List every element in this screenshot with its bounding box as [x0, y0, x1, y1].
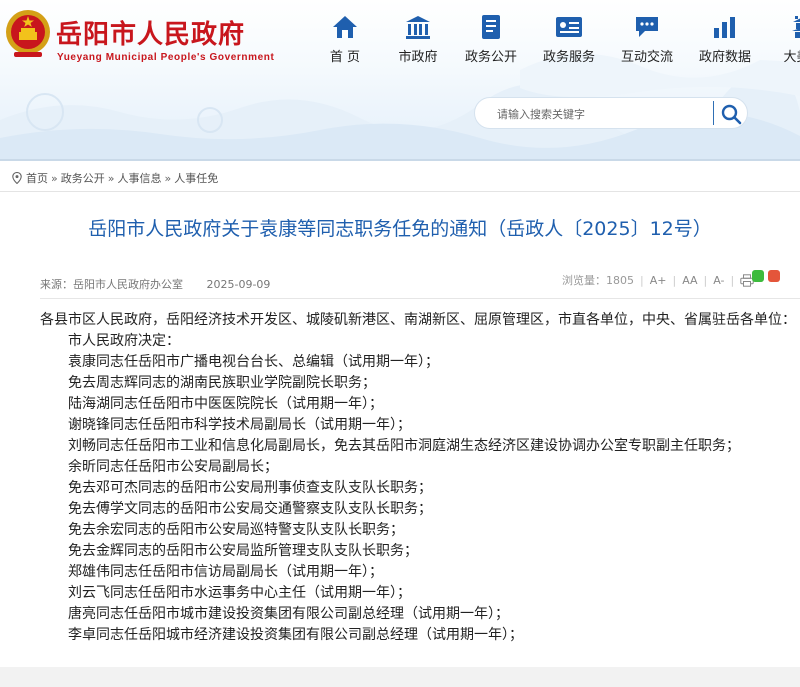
nav-item-open-affairs[interactable]: 政务公开	[458, 14, 524, 65]
search-input[interactable]	[497, 104, 707, 124]
font-increase-button[interactable]: A+	[650, 274, 667, 287]
main-nav: 首 页 市政府 政务公开 政务服务 互动交流 政府数据 大	[312, 14, 800, 65]
breadcrumb: 首页 » 政务公开 » 人事信息 » 人事任免	[12, 170, 218, 186]
weibo-icon[interactable]	[768, 270, 780, 282]
home-icon	[333, 16, 357, 38]
article-body: 各县市区人民政府，岳阳经济技术开发区、城陵矶新港区、南湖新区、屈原管理区，市直各…	[40, 310, 796, 646]
search-box	[474, 97, 748, 129]
nav-item-home[interactable]: 首 页	[312, 14, 378, 65]
article-paragraph: 免去邓可杰同志的岳阳市公安局刑事侦查支队支队长职务；	[68, 480, 432, 496]
breadcrumb-home[interactable]: 首页	[26, 170, 48, 186]
font-decrease-button[interactable]: A-	[713, 274, 724, 287]
meta-divider	[40, 298, 800, 299]
article-paragraph: 余昕同志任岳阳市公安局副局长；	[68, 459, 278, 475]
breadcrumb-divider	[0, 191, 800, 192]
article-title: 岳阳市人民政府关于袁康等同志职务任免的通知（岳政人〔2025〕12号）	[88, 218, 712, 240]
wechat-icon[interactable]	[752, 270, 764, 282]
article-paragraph: 免去金辉同志的岳阳市公安局监所管理支队支队长职务；	[68, 543, 418, 559]
view-count: 浏览量：1805	[562, 274, 634, 287]
article-paragraph: 郑雄伟同志任岳阳市信访局副局长（试用期一年）；	[68, 564, 383, 580]
article-paragraph: 李卓同志任岳阳城市经济建设投资集团有限公司副总经理（试用期一年）；	[68, 627, 523, 643]
breadcrumb-open-affairs[interactable]: 政务公开	[61, 170, 105, 186]
page-bottom-strip	[0, 667, 800, 687]
breadcrumb-separator: »	[107, 171, 115, 185]
nav-label: 首 页	[329, 50, 361, 65]
article-paragraph: 袁康同志任岳阳市广播电视台台长、总编辑（试用期一年）；	[68, 354, 439, 370]
site-subtitle: Yueyang Municipal People's Government	[57, 52, 275, 63]
breadcrumb-appointments[interactable]: 人事任免	[174, 170, 218, 186]
share-buttons	[752, 270, 784, 282]
search-icon[interactable]	[719, 102, 743, 126]
national-emblem-icon	[6, 10, 50, 57]
article-paragraph: 谢晓锋同志任岳阳市科学技术局副局长（试用期一年）；	[68, 417, 411, 433]
font-reset-button[interactable]: AA	[682, 274, 697, 287]
article-source: 来源：岳阳市人民政府办公室	[40, 278, 183, 291]
nav-label: 政务公开	[464, 50, 517, 65]
article-paragraph: 刘云飞同志任岳阳市水运事务中心主任（试用期一年）；	[68, 585, 411, 601]
site-header: 岳阳市人民政府 Yueyang Municipal People's Gover…	[0, 0, 800, 160]
article-paragraph: 免去余宏同志的岳阳市公安局巡特警支队支队长职务；	[68, 522, 404, 538]
government-building-icon	[406, 16, 430, 39]
article-paragraph: 唐亮同志任岳阳市城市建设投资集团有限公司副总经理（试用期一年）；	[68, 606, 509, 622]
nav-item-scenery[interactable]: 大美岳	[770, 14, 800, 65]
breadcrumb-personnel-info[interactable]: 人事信息	[117, 170, 161, 186]
tool-separator: |	[730, 273, 735, 287]
article-paragraph: 免去周志辉同志的湖南民族职业学院副院长职务；	[68, 375, 376, 391]
nav-label: 政务服务	[542, 50, 595, 65]
nav-label: 市政府	[398, 50, 438, 65]
nav-item-data[interactable]: 政府数据	[692, 14, 758, 65]
tool-separator: |	[640, 273, 644, 287]
header-divider	[0, 159, 800, 161]
article-paragraph: 市人民政府决定：	[68, 333, 180, 349]
search-divider	[713, 101, 714, 125]
bar-chart-icon	[714, 17, 735, 38]
nav-label: 大美岳	[783, 50, 800, 65]
article-paragraph: 免去傅学文同志的岳阳市公安局交通警察支队支队长职务；	[68, 501, 432, 517]
chat-icon	[636, 17, 658, 37]
article-tools: 浏览量：1805 | A+ | AA | A- |	[562, 272, 754, 288]
document-icon	[482, 15, 500, 39]
nav-item-government[interactable]: 市政府	[390, 14, 446, 65]
article-paragraph: 刘畅同志任岳阳市工业和信息化局副局长，免去其岳阳市洞庭湖生态经济区建设协调办公室…	[68, 438, 740, 454]
article-intro: 各县市区人民政府，岳阳经济技术开发区、城陵矶新港区、南湖新区、屈原管理区，市直各…	[40, 312, 796, 328]
site-title[interactable]: 岳阳市人民政府	[56, 14, 245, 51]
nav-label: 政府数据	[698, 50, 751, 65]
location-icon	[12, 172, 22, 184]
article-paragraph: 陆海湖同志任岳阳市中医医院院长（试用期一年）；	[68, 396, 383, 412]
article-meta: 来源：岳阳市人民政府办公室 2025-09-09	[40, 276, 270, 292]
nav-label: 互动交流	[620, 50, 673, 65]
tool-separator: |	[672, 273, 677, 287]
nav-item-interaction[interactable]: 互动交流	[614, 14, 680, 65]
breadcrumb-separator: »	[51, 171, 58, 185]
service-card-icon	[556, 17, 582, 37]
nav-item-services[interactable]: 政务服务	[536, 14, 602, 65]
tool-separator: |	[703, 273, 708, 287]
article-date: 2025-09-09	[206, 278, 271, 291]
scenery-icon	[792, 16, 800, 38]
breadcrumb-separator: »	[164, 171, 172, 185]
